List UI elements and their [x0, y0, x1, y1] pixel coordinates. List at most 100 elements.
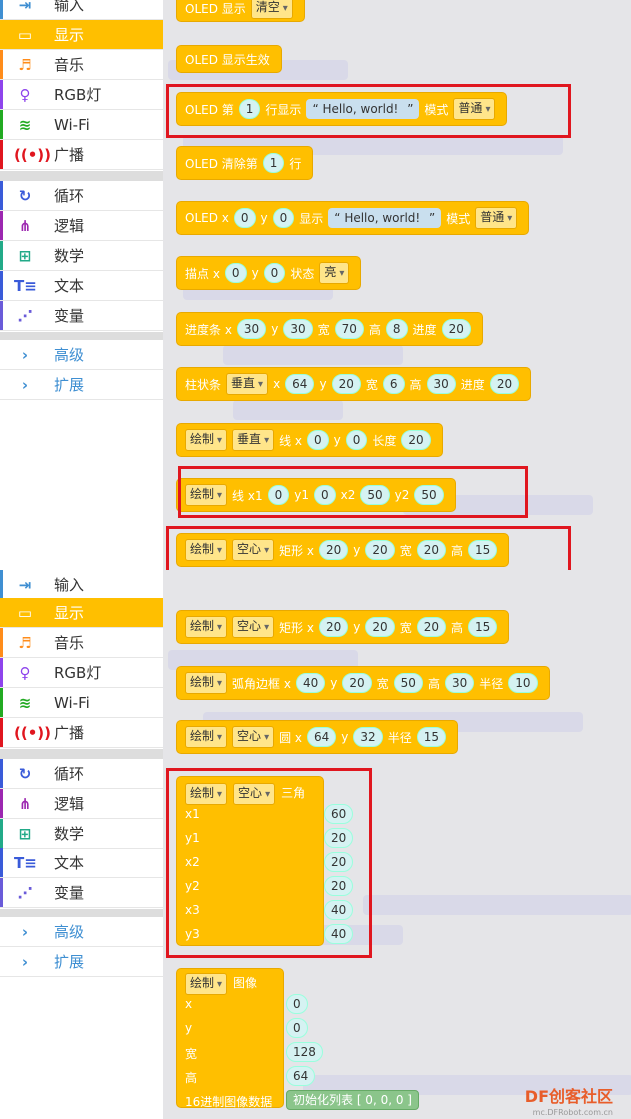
width-input[interactable]: 20: [416, 617, 446, 637]
width-input[interactable]: 128: [286, 1042, 323, 1062]
category-wifi[interactable]: ≋ Wi-Fi: [0, 688, 163, 718]
x-input[interactable]: 0: [224, 263, 247, 283]
x-input[interactable]: 64: [307, 727, 337, 747]
progress-input[interactable]: 20: [489, 374, 520, 394]
draw-dropdown[interactable]: 绘制: [185, 429, 228, 451]
category-extension[interactable]: › 扩展: [0, 370, 163, 400]
height-input[interactable]: 15: [468, 617, 498, 637]
column-bar-block[interactable]: 柱状条垂直x64y20宽6高30进度20: [176, 367, 532, 401]
category-text[interactable]: T≡ 文本: [0, 848, 163, 878]
height-input[interactable]: 64: [286, 1066, 316, 1086]
variable-icon: ⋰: [17, 307, 33, 325]
y-input[interactable]: 20: [331, 374, 361, 394]
draw-point-block[interactable]: 描点 x 0 y 0 状态亮: [176, 256, 362, 290]
y-input[interactable]: 30: [283, 319, 313, 339]
radius-input[interactable]: 10: [508, 673, 538, 693]
y-input[interactable]: 0: [345, 430, 368, 450]
draw-image-block[interactable]: 绘制图像 x y 宽 高 16进制图像数据: [176, 968, 284, 1109]
category-sidebar: ⇥ 输入 ▭ 显示 ♬ 音乐 ♀ RGB灯 ≋ Wi-Fi ((•)) 广播 ↻ 循环 ⋔ 逻辑…: [0, 570, 163, 1119]
width-input[interactable]: 70: [334, 319, 364, 339]
width-input[interactable]: 50: [393, 673, 423, 693]
separator: [0, 909, 163, 917]
logic-icon: ⋔: [18, 795, 32, 813]
y-input[interactable]: 20: [365, 617, 395, 637]
category-rgb[interactable]: ♀ RGB灯: [0, 658, 163, 688]
category-variable[interactable]: ⋰ 变量: [0, 878, 163, 908]
line-input[interactable]: 1: [262, 153, 285, 173]
category-display[interactable]: ▭ 显示: [0, 20, 163, 50]
category-extension[interactable]: › 扩展: [0, 947, 163, 977]
category-music[interactable]: ♬ 音乐: [0, 50, 163, 80]
param-label: x: [185, 997, 193, 1011]
broadcast-icon: ((•)): [14, 724, 52, 742]
oled-clear-line-block[interactable]: OLED 清除第 1 行: [176, 146, 314, 180]
y-input[interactable]: 0: [272, 208, 295, 228]
highlight-box: [166, 84, 571, 138]
category-math[interactable]: ⊞ 数学: [0, 819, 163, 849]
x-input[interactable]: 0: [286, 994, 308, 1014]
height-input[interactable]: 8: [385, 319, 408, 339]
category-advanced[interactable]: › 高级: [0, 917, 163, 947]
category-rgb[interactable]: ♀ RGB灯: [0, 80, 163, 110]
radius-input[interactable]: 15: [416, 727, 446, 747]
category-loop[interactable]: ↻ 循环: [0, 759, 163, 789]
y-input[interactable]: 0: [286, 1018, 308, 1038]
category-wifi[interactable]: ≋ Wi-Fi: [0, 110, 163, 140]
category-logic[interactable]: ⋔ 逻辑: [0, 789, 163, 819]
draw-dropdown[interactable]: 绘制: [185, 973, 228, 995]
category-display[interactable]: ▭ 显示: [0, 598, 163, 628]
draw-rect-block[interactable]: 绘制空心矩形 x20y20宽20高15: [176, 610, 510, 644]
highlight-box: [178, 466, 528, 518]
state-dropdown[interactable]: 亮: [319, 262, 350, 284]
oled-clear-block[interactable]: OLED 显示 清空: [176, 0, 305, 22]
category-input[interactable]: ⇥ 输入: [0, 0, 163, 20]
x-input[interactable]: 30: [236, 319, 267, 339]
fill-dropdown[interactable]: 空心: [232, 616, 275, 638]
draw-dropdown[interactable]: 绘制: [185, 616, 228, 638]
ghost-block: [223, 345, 403, 365]
category-logic[interactable]: ⋔ 逻辑: [0, 211, 163, 241]
progress-bar-block[interactable]: 进度条 x 30 y 30 宽 70 高 8 进度 20: [176, 312, 483, 346]
oled-xy-display-block[interactable]: OLED x 0 y 0 显示 “ Hello, world! ” 模式 普通: [176, 201, 530, 235]
draw-circle-block[interactable]: 绘制空心圆 x64y32半径15: [176, 720, 458, 754]
mode-dropdown[interactable]: 清空: [250, 0, 293, 19]
mode-dropdown[interactable]: 普通: [475, 207, 518, 229]
logic-icon: ⋔: [18, 217, 32, 235]
category-music[interactable]: ♬ 音乐: [0, 628, 163, 658]
top-panel: ⇥ 输入 ▭ 显示 ♬ 音乐 ♀ RGB灯 ≋ Wi-Fi ((•)) 广播 ↻ 循环 ⋔ 逻辑…: [0, 0, 631, 572]
oled-show-block[interactable]: OLED 显示生效: [176, 45, 282, 73]
draw-dropdown[interactable]: 绘制: [185, 726, 228, 748]
init-list-input[interactable]: 初始化列表 [ 0, 0, 0 ]: [286, 1090, 419, 1110]
draw-dropdown[interactable]: 绘制: [185, 672, 228, 694]
category-loop[interactable]: ↻ 循环: [0, 181, 163, 211]
category-math[interactable]: ⊞ 数学: [0, 241, 163, 271]
y-input[interactable]: 32: [353, 727, 383, 747]
fill-dropdown[interactable]: 空心: [232, 726, 275, 748]
x-input[interactable]: 20: [319, 617, 349, 637]
y-input[interactable]: 20: [342, 673, 372, 693]
category-broadcast[interactable]: ((•)) 广播: [0, 140, 163, 170]
loop-icon: ↻: [18, 765, 32, 783]
height-input[interactable]: 30: [444, 673, 475, 693]
text-input[interactable]: “ Hello, world! ”: [328, 208, 442, 228]
x-input[interactable]: 0: [307, 430, 329, 450]
height-input[interactable]: 30: [426, 374, 456, 394]
draw-round-rect-block[interactable]: 绘制弧角边框 x40y20宽50高30半径10: [176, 666, 550, 700]
category-broadcast[interactable]: ((•)) 广播: [0, 718, 163, 748]
progress-input[interactable]: 20: [441, 319, 471, 339]
x-input[interactable]: 0: [233, 208, 256, 228]
orientation-dropdown[interactable]: 垂直: [232, 429, 275, 451]
category-advanced[interactable]: › 高级: [0, 340, 163, 370]
y-input[interactable]: 0: [263, 263, 286, 283]
category-text[interactable]: T≡ 文本: [0, 271, 163, 301]
length-input[interactable]: 20: [401, 430, 431, 450]
category-input[interactable]: ⇥ 输入: [0, 570, 163, 600]
width-input[interactable]: 6: [382, 374, 405, 394]
x-input[interactable]: 40: [295, 673, 326, 693]
draw-hline-block[interactable]: 绘制垂直线 x0y0长度20: [176, 423, 443, 457]
watermark-url: mc.DFRobot.com.cn: [532, 1108, 613, 1117]
orientation-dropdown[interactable]: 垂直: [226, 373, 269, 395]
x-input[interactable]: 64: [285, 374, 315, 394]
highlight-box: [166, 768, 372, 958]
category-variable[interactable]: ⋰ 变量: [0, 301, 163, 331]
